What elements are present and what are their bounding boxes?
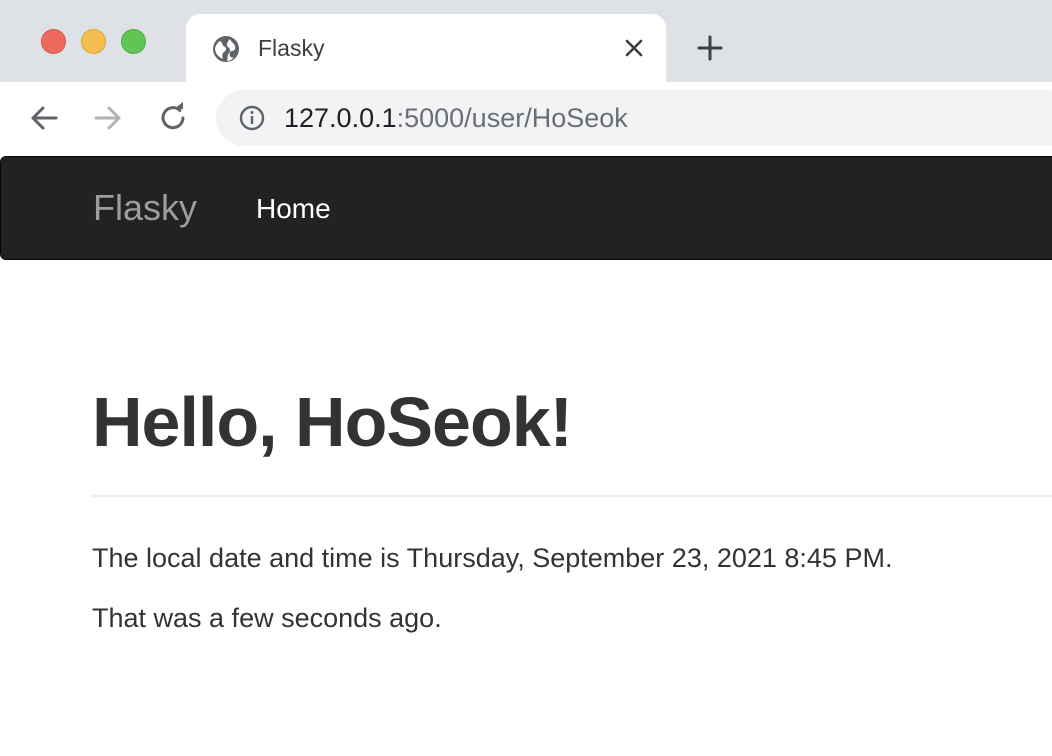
url-host: 127.0.0.1 [284,103,397,133]
plus-icon[interactable] [694,32,726,64]
browser-tab-active[interactable]: Flasky [186,14,666,84]
window-close-button[interactable] [41,29,66,54]
nav-link-home[interactable]: Home [256,192,331,226]
info-icon[interactable] [238,104,266,132]
local-datetime-text: The local date and time is Thursday, Sep… [92,543,893,573]
url-text[interactable]: 127.0.0.1:5000/user/HoSeok [284,102,628,134]
url-path: :5000/user/HoSeok [396,103,628,133]
tab-title: Flasky [258,35,325,61]
address-bar[interactable]: 127.0.0.1:5000/user/HoSeok [216,90,1052,146]
window-minimize-button[interactable] [81,29,106,54]
window-zoom-button[interactable] [121,29,146,54]
arrow-left-icon[interactable] [26,100,62,136]
close-icon[interactable] [620,34,648,62]
page-header-divider [92,495,1052,497]
relative-time-text: That was a few seconds ago. [92,603,442,633]
globe-icon [213,36,239,62]
reload-icon[interactable] [155,100,191,136]
page-title: Hello, HoSeok! [92,383,573,461]
browser-tab-strip: Flasky [0,0,1052,84]
page-header: Hello, HoSeok! [92,380,1052,464]
browser-toolbar: 127.0.0.1:5000/user/HoSeok [0,82,1052,156]
arrow-right-icon[interactable] [90,100,126,136]
site-navbar: Flasky Home [0,156,1052,260]
navbar-brand[interactable]: Flasky [93,187,197,229]
